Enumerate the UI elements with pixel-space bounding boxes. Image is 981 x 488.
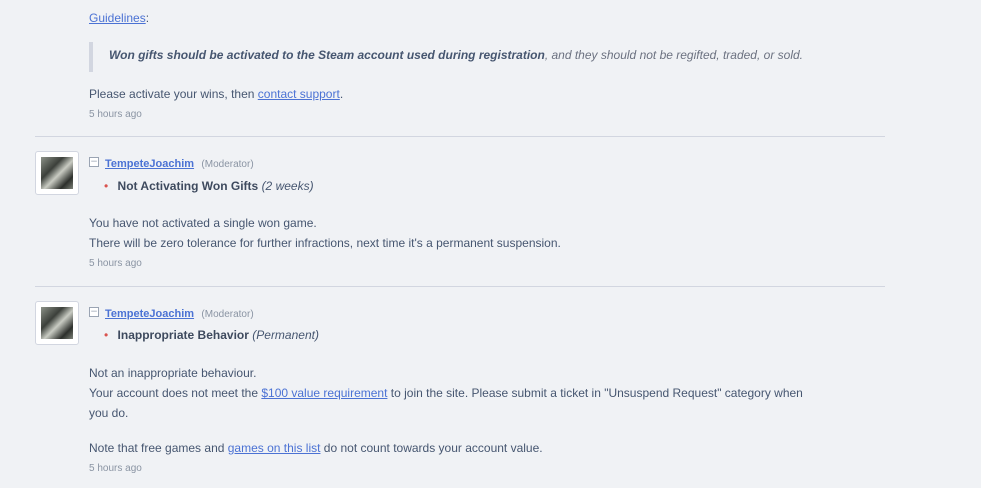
value-requirement-link[interactable]: $100 value requirement — [261, 386, 387, 400]
role-label: (Moderator) — [201, 159, 254, 170]
note-suffix: do not count towards your account value. — [320, 441, 543, 455]
duration-label: (Permanent) — [252, 328, 319, 342]
activate-line: Please activate your wins, then contact … — [89, 87, 343, 101]
reason-label: Inappropriate Behavior — [117, 328, 249, 342]
comment-divider — [35, 286, 885, 287]
timestamp: 5 hours ago — [89, 463, 142, 474]
line-suffix: to join the site. Please submit a ticket… — [387, 386, 803, 400]
note-line: Note that free games and games on this l… — [89, 441, 543, 455]
collapse-icon[interactable]: − — [89, 157, 99, 167]
role-label: (Moderator) — [201, 309, 254, 320]
comment-text-line: There will be zero tolerance for further… — [89, 236, 561, 250]
quote-text: Won gifts should be activated to the Ste… — [109, 48, 803, 62]
activate-line-prefix: Please activate your wins, then — [89, 87, 258, 101]
avatar-image — [41, 157, 73, 189]
avatar-image — [41, 307, 73, 339]
duration-label: (2 weeks) — [261, 179, 314, 193]
guidelines-link[interactable]: Guidelines — [89, 11, 146, 25]
guidelines-colon: : — [145, 11, 150, 25]
value-requirement-line: Your account does not meet the $100 valu… — [89, 386, 803, 400]
username-link[interactable]: TempeteJoachim — [105, 158, 194, 170]
guidelines-quote: Won gifts should be activated to the Ste… — [89, 42, 883, 72]
suspension-reason: • Not Activating Won Gifts (2 weeks) — [104, 179, 314, 193]
avatar[interactable] — [35, 301, 79, 345]
comment-text-line: you do. — [89, 406, 129, 420]
collapse-icon[interactable]: − — [89, 307, 99, 317]
activate-line-suffix: . — [339, 87, 344, 101]
comment-divider — [35, 136, 885, 137]
note-prefix: Note that free games and — [89, 441, 228, 455]
comment-text-line: Not an inappropriate behaviour. — [89, 366, 257, 380]
comment-author-line: TempeteJoachim (Moderator) — [105, 156, 254, 170]
bullet-icon: • — [104, 328, 109, 342]
guidelines-line: Guidelines: — [89, 11, 149, 25]
quote-bold-text: Won gifts should be activated to the Ste… — [109, 48, 545, 62]
games-list-link[interactable]: games on this list — [228, 441, 321, 455]
timestamp: 5 hours ago — [89, 258, 142, 269]
contact-support-link[interactable]: contact support — [258, 87, 340, 101]
comment-text-line: You have not activated a single won game… — [89, 216, 317, 230]
comment-author-line: TempeteJoachim (Moderator) — [105, 306, 254, 320]
bullet-icon: • — [104, 179, 109, 193]
quote-rest-text: , and they should not be regifted, trade… — [544, 48, 803, 62]
timestamp: 5 hours ago — [89, 109, 142, 120]
username-link[interactable]: TempeteJoachim — [105, 308, 194, 320]
avatar[interactable] — [35, 151, 79, 195]
line-prefix: Your account does not meet the — [89, 386, 262, 400]
reason-label: Not Activating Won Gifts — [117, 179, 259, 193]
suspension-reason: • Inappropriate Behavior (Permanent) — [104, 328, 319, 342]
